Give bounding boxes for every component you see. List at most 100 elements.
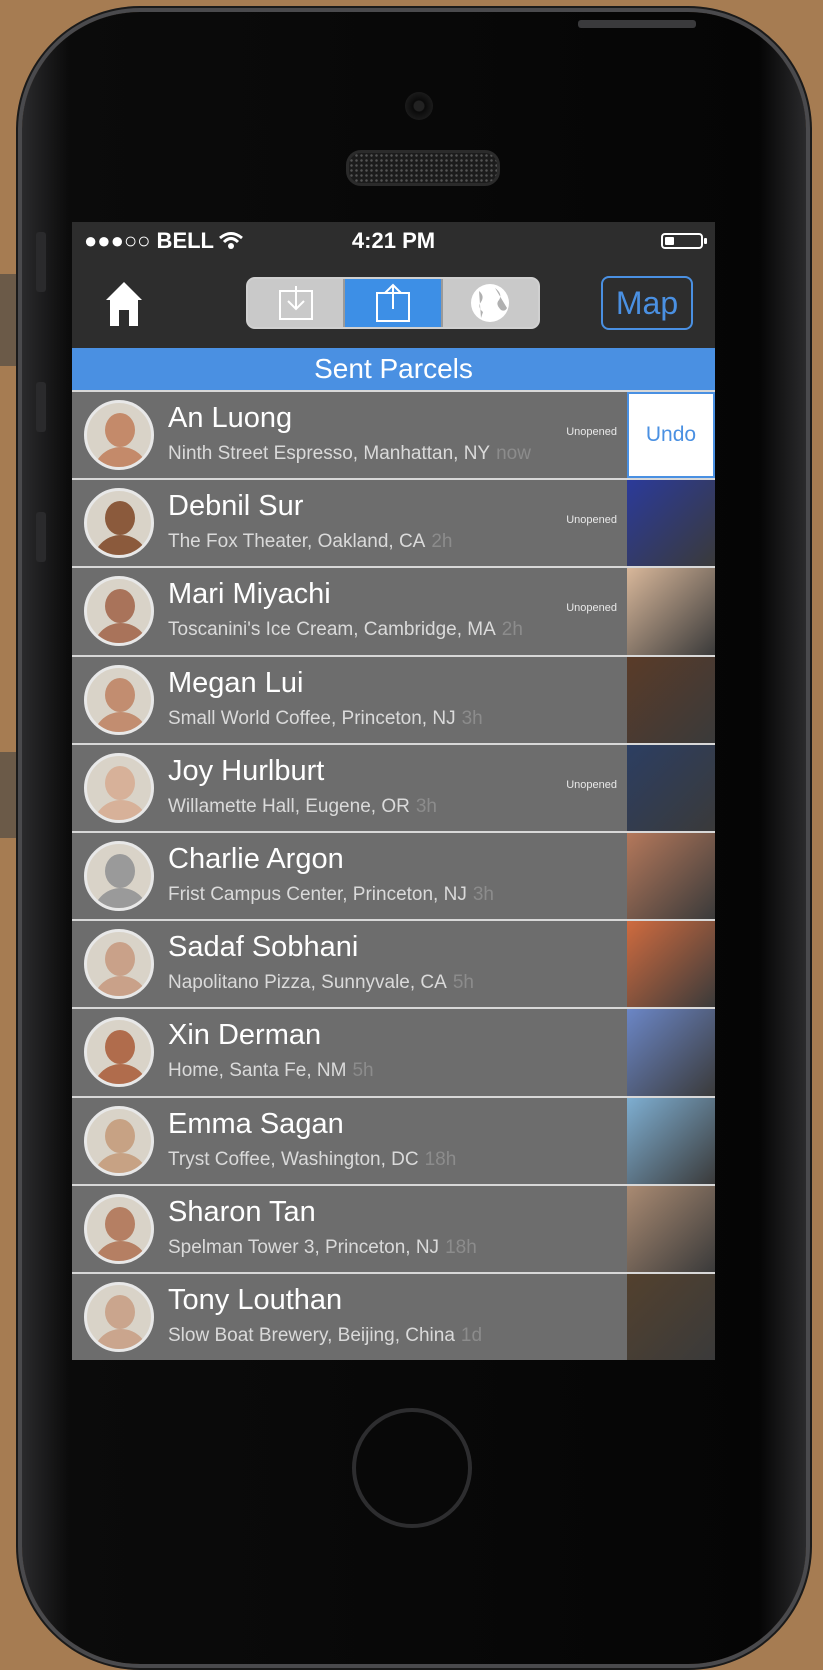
parcel-row[interactable]: Mari Miyachi Toscanini's Ice Cream, Camb… bbox=[72, 566, 715, 655]
parcel-thumbnail[interactable] bbox=[627, 568, 715, 655]
sent-time: 3h bbox=[472, 883, 494, 905]
parcel-thumbnail[interactable] bbox=[627, 1185, 715, 1272]
avatar-face bbox=[105, 1294, 135, 1329]
location-line: Small World Coffee, Princeton, NJ 3h bbox=[168, 708, 483, 730]
location-text: Willamette Hall, Eugene, OR bbox=[168, 795, 410, 817]
location-text: Toscanini's Ice Cream, Cambridge, MA bbox=[168, 619, 496, 641]
avatar-shoulders bbox=[93, 1328, 149, 1349]
avatar-shoulders bbox=[93, 1064, 149, 1085]
sent-time: 2h bbox=[431, 531, 453, 553]
parcel-row[interactable]: Tony Louthan Slow Boat Brewery, Beijing,… bbox=[72, 1271, 715, 1360]
undo-button[interactable]: Undo bbox=[627, 392, 715, 479]
location-line: Ninth Street Espresso, Manhattan, NY now bbox=[168, 443, 531, 465]
avatar-face bbox=[105, 589, 135, 624]
parcel-thumbnail[interactable] bbox=[627, 1097, 715, 1184]
location-text: Home, Santa Fe, NM bbox=[168, 1060, 347, 1082]
avatar-shoulders bbox=[93, 1152, 149, 1173]
avatar-shoulders bbox=[93, 887, 149, 908]
recipient-name: Emma Sagan bbox=[168, 1107, 344, 1140]
sent-time: 2h bbox=[501, 619, 523, 641]
sent-time: 5h bbox=[452, 972, 474, 994]
location-line: Toscanini's Ice Cream, Cambridge, MA 2h bbox=[168, 619, 523, 641]
avatar-shoulders bbox=[93, 535, 149, 556]
battery-icon bbox=[661, 233, 707, 249]
recipient-name: Mari Miyachi bbox=[168, 578, 331, 611]
location-line: Willamette Hall, Eugene, OR 3h bbox=[168, 796, 437, 818]
parcel-thumbnail[interactable] bbox=[627, 1273, 715, 1360]
status-bar: ●●●○○ BELL 4:21 PM bbox=[72, 222, 715, 260]
location-line: Home, Santa Fe, NM 5h bbox=[168, 1060, 374, 1082]
map-button[interactable]: Map bbox=[601, 276, 693, 330]
parcel-row[interactable]: Charlie Argon Frist Campus Center, Princ… bbox=[72, 830, 715, 920]
avatar-face bbox=[105, 501, 135, 536]
avatar-face bbox=[105, 853, 135, 888]
volume-down-button bbox=[36, 512, 46, 562]
location-line: Napolitano Pizza, Sunnyvale, CA 5h bbox=[168, 972, 474, 994]
location-text: Napolitano Pizza, Sunnyvale, CA bbox=[168, 972, 447, 994]
avatar bbox=[84, 576, 154, 647]
recipient-name: Tony Louthan bbox=[168, 1283, 343, 1316]
avatar bbox=[84, 1017, 154, 1088]
open-status: Unopened bbox=[566, 602, 617, 615]
recipient-name: Sharon Tan bbox=[168, 1195, 316, 1228]
parcel-row[interactable]: Sharon Tan Spelman Tower 3, Princeton, N… bbox=[72, 1183, 715, 1272]
parcel-thumbnail[interactable] bbox=[627, 1009, 715, 1096]
tab-sent[interactable] bbox=[345, 279, 443, 327]
location-line: Frist Campus Center, Princeton, NJ 3h bbox=[168, 884, 494, 906]
sent-time: now bbox=[496, 443, 531, 464]
sent-time: 3h bbox=[415, 795, 437, 817]
avatar-shoulders bbox=[93, 711, 149, 732]
recipient-name: Sadaf Sobhani bbox=[168, 931, 359, 964]
parcel-thumbnail[interactable] bbox=[627, 744, 715, 831]
location-line: Tryst Coffee, Washington, DC 18h bbox=[168, 1149, 456, 1171]
location-text: Frist Campus Center, Princeton, NJ bbox=[168, 883, 467, 905]
upload-icon bbox=[375, 283, 410, 322]
parcel-row[interactable]: Debnil Sur The Fox Theater, Oakland, CA 2… bbox=[72, 478, 715, 567]
avatar bbox=[84, 752, 154, 823]
sent-time: 5h bbox=[352, 1060, 374, 1082]
avatar-shoulders bbox=[93, 1240, 149, 1261]
parcel-row[interactable]: Sadaf Sobhani Napolitano Pizza, Sunnyval… bbox=[72, 919, 715, 1008]
location-text: Tryst Coffee, Washington, DC bbox=[168, 1148, 419, 1170]
sent-parcels-list: An Luong Ninth Street Espresso, Manhatta… bbox=[72, 390, 715, 1360]
open-status: Unopened bbox=[566, 514, 617, 527]
earpiece-speaker bbox=[346, 150, 500, 186]
avatar bbox=[84, 840, 154, 911]
home-icon[interactable] bbox=[104, 280, 144, 328]
location-line: Spelman Tower 3, Princeton, NJ 18h bbox=[168, 1237, 477, 1259]
recipient-name: Joy Hurlburt bbox=[168, 754, 325, 787]
avatar bbox=[84, 1193, 154, 1264]
location-text: Spelman Tower 3, Princeton, NJ bbox=[168, 1236, 440, 1258]
volume-up-button bbox=[36, 382, 46, 432]
carrier-label: ●●●○○ BELL bbox=[84, 228, 214, 253]
mute-switch bbox=[36, 232, 46, 292]
location-line: Slow Boat Brewery, Beijing, China 1d bbox=[168, 1325, 482, 1347]
avatar-face bbox=[105, 1118, 135, 1153]
location-text: Small World Coffee, Princeton, NJ bbox=[168, 707, 456, 729]
front-camera bbox=[405, 92, 433, 120]
download-icon bbox=[278, 286, 313, 320]
avatar bbox=[84, 929, 154, 1000]
location-text: The Fox Theater, Oakland, CA bbox=[168, 531, 426, 553]
parcel-row[interactable]: Emma Sagan Tryst Coffee, Washington, DC 1… bbox=[72, 1095, 715, 1184]
tab-received[interactable] bbox=[248, 279, 346, 327]
parcel-thumbnail[interactable] bbox=[627, 480, 715, 567]
app-screen: ●●●○○ BELL 4:21 PM Map Sent Parcels An L… bbox=[72, 222, 715, 1360]
globe-icon bbox=[471, 284, 510, 322]
section-title: Sent Parcels bbox=[72, 348, 715, 390]
parcel-row[interactable]: Joy Hurlburt Willamette Hall, Eugene, OR… bbox=[72, 742, 715, 831]
recipient-name: Megan Lui bbox=[168, 666, 304, 699]
recipient-name: An Luong bbox=[168, 402, 293, 434]
parcel-filter-segmented-control bbox=[246, 277, 540, 329]
parcel-thumbnail[interactable] bbox=[627, 832, 715, 920]
avatar-face bbox=[105, 765, 135, 800]
sent-time: 1d bbox=[460, 1324, 483, 1346]
parcel-thumbnail[interactable] bbox=[627, 921, 715, 1008]
parcel-row[interactable]: Xin Derman Home, Santa Fe, NM 5h bbox=[72, 1007, 715, 1096]
parcel-thumbnail[interactable] bbox=[627, 656, 715, 743]
parcel-row[interactable]: Megan Lui Small World Coffee, Princeton,… bbox=[72, 654, 715, 743]
avatar-shoulders bbox=[93, 623, 149, 644]
tab-world[interactable] bbox=[443, 279, 538, 327]
home-hardware-button[interactable] bbox=[352, 1408, 472, 1528]
parcel-row[interactable]: An Luong Ninth Street Espresso, Manhatta… bbox=[72, 390, 715, 479]
